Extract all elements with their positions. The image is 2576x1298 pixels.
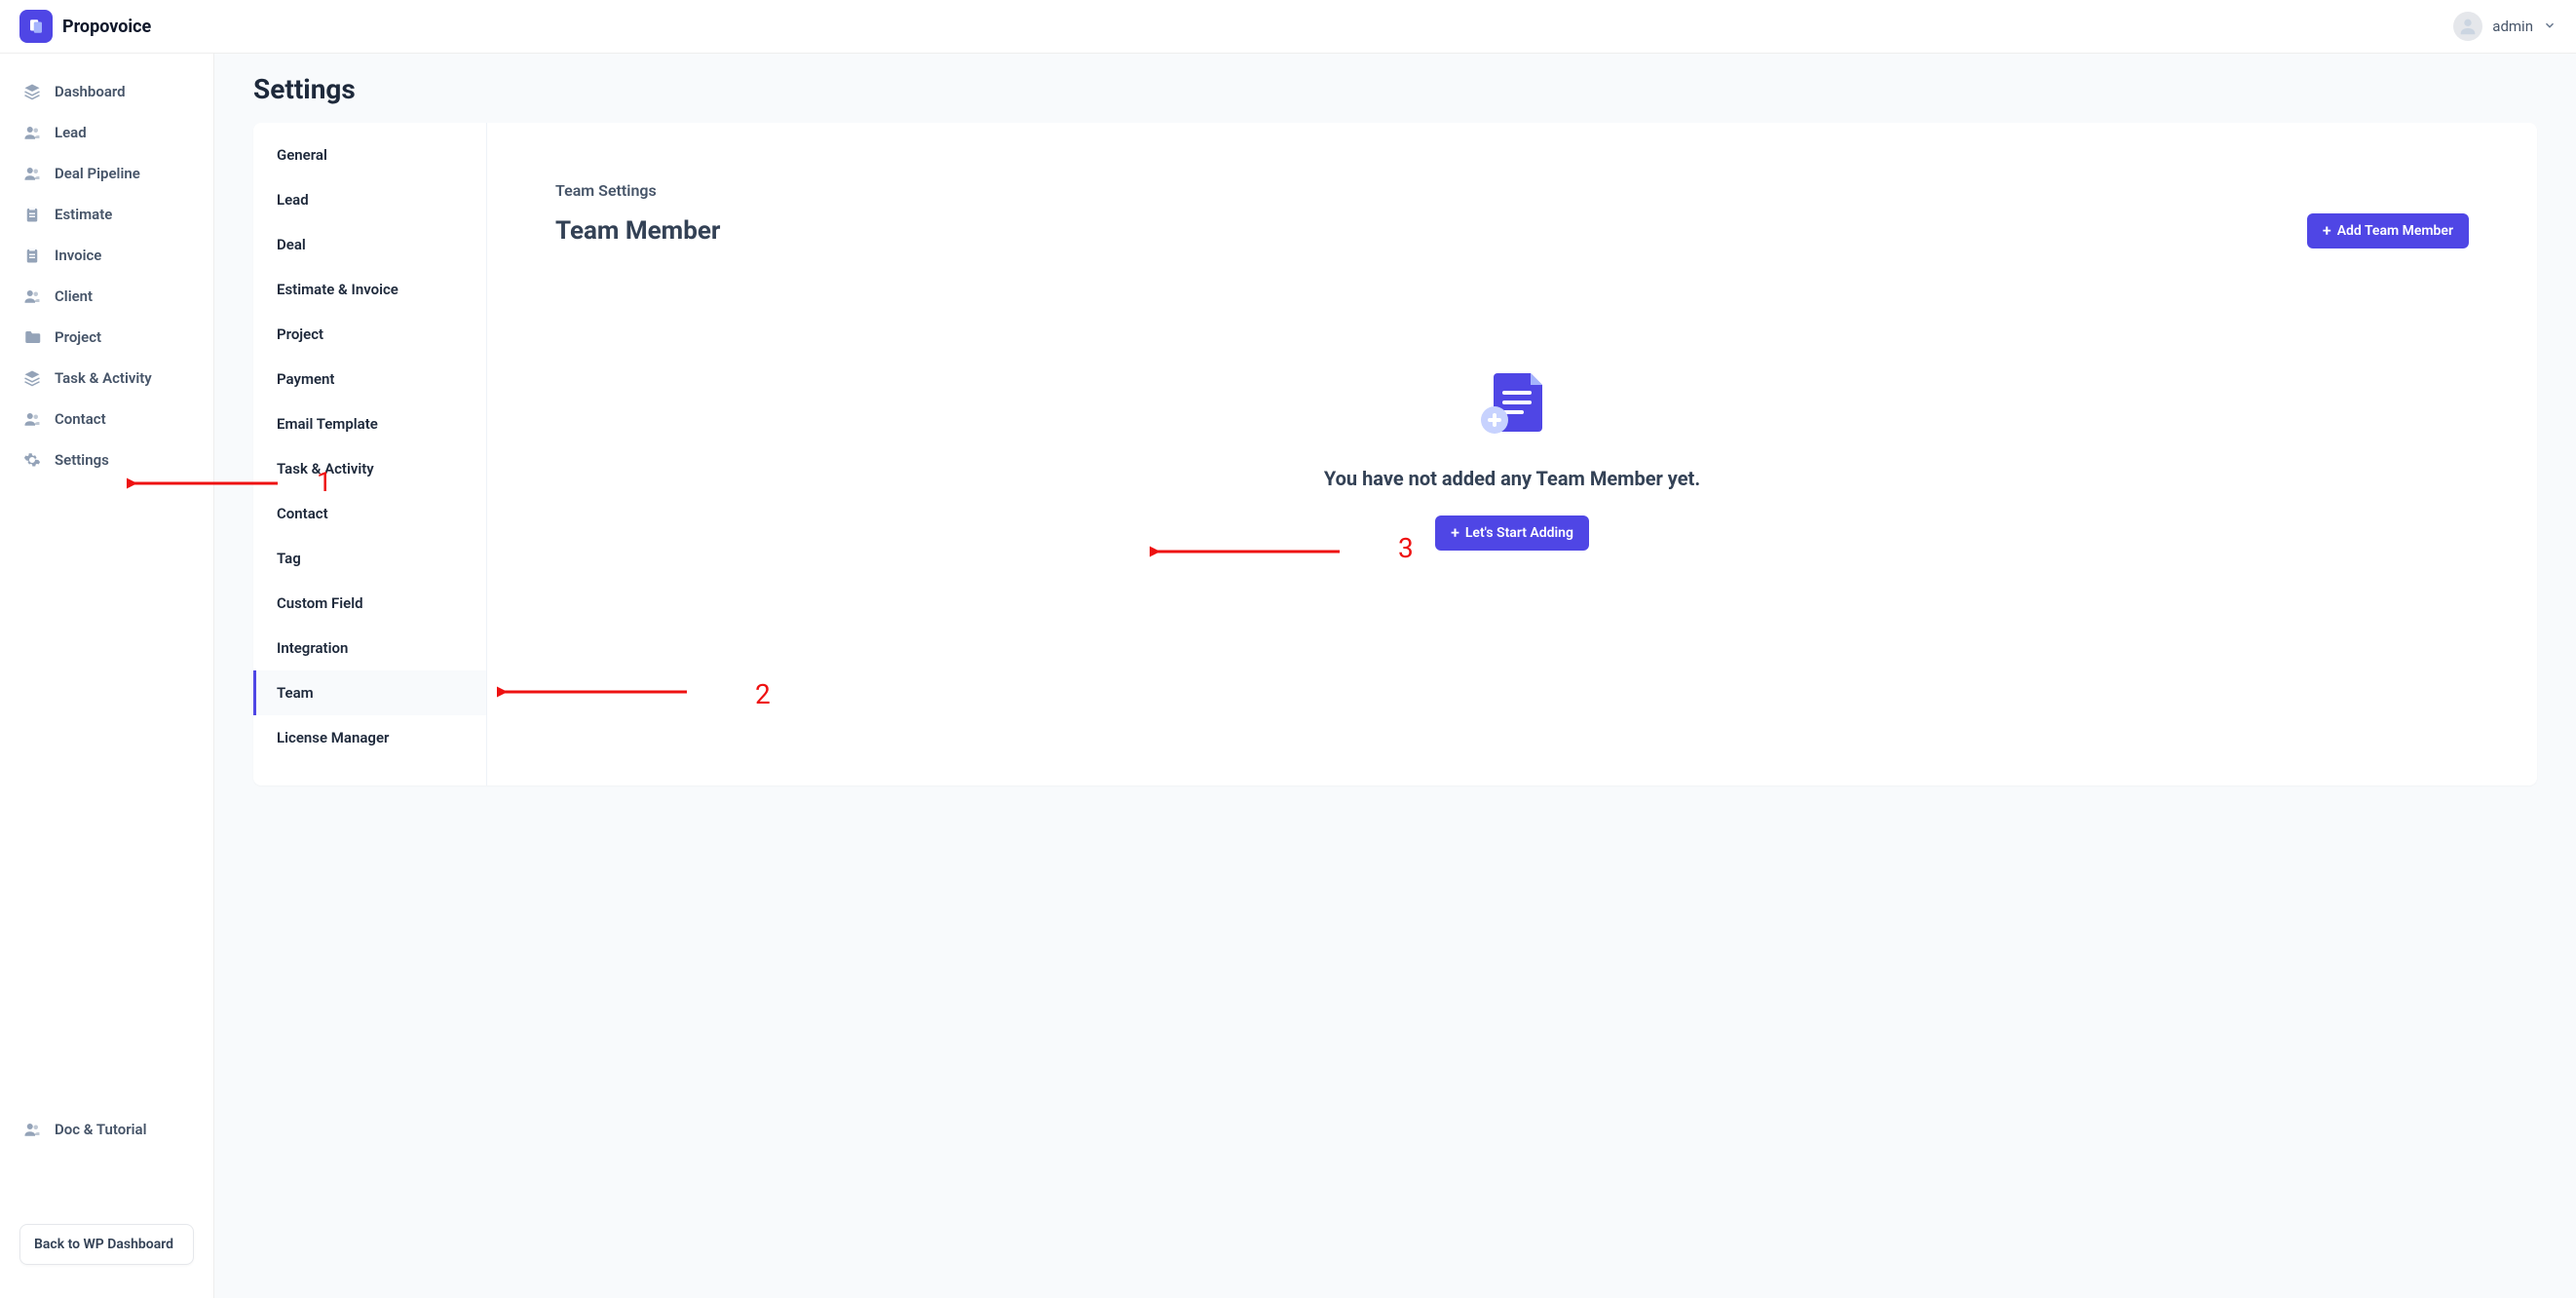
user-menu[interactable]: admin — [2453, 12, 2557, 41]
users-icon — [23, 1121, 41, 1138]
sidebar-item-label: Contact — [55, 410, 106, 428]
sidebar-item-deal-pipeline[interactable]: Deal Pipeline — [0, 153, 213, 194]
sidebar-item-label: Task & Activity — [55, 369, 152, 387]
folder-icon — [23, 328, 41, 346]
brand-logo-icon — [19, 10, 53, 43]
sidebar-item-task-activity[interactable]: Task & Activity — [0, 358, 213, 399]
sidebar-item-label: Deal Pipeline — [55, 165, 140, 182]
settings-detail: Team Settings Team Member + Add Team Mem… — [487, 123, 2537, 785]
subnav-item-contact[interactable]: Contact — [253, 491, 486, 536]
users-icon — [23, 410, 41, 428]
layers-icon — [23, 83, 41, 100]
sidebar: Dashboard Lead Deal Pipeline Estimate Invoic… — [0, 54, 214, 1298]
sidebar-item-label: Settings — [55, 451, 109, 469]
lets-start-adding-label: Let's Start Adding — [1465, 525, 1573, 541]
sidebar-item-doc-tutorial[interactable]: Doc & Tutorial — [0, 1109, 213, 1150]
sidebar-item-label: Dashboard — [55, 83, 126, 100]
settings-subnav: GeneralLeadDealEstimate & InvoiceProject… — [253, 123, 487, 785]
sidebar-item-settings[interactable]: Settings — [0, 439, 213, 480]
subnav-item-team[interactable]: Team — [253, 670, 486, 715]
sidebar-item-lead[interactable]: Lead — [0, 112, 213, 153]
topbar: Propovoice admin — [0, 0, 2576, 54]
brand[interactable]: Propovoice — [19, 10, 151, 43]
sidebar-item-label: Doc & Tutorial — [55, 1121, 147, 1138]
sidebar-item-client[interactable]: Client — [0, 276, 213, 317]
layers-icon — [23, 369, 41, 387]
page-title: Settings — [253, 73, 2537, 105]
subnav-item-estimate-invoice[interactable]: Estimate & Invoice — [253, 267, 486, 312]
empty-state: You have not added any Team Member yet. … — [555, 278, 2469, 551]
subnav-item-project[interactable]: Project — [253, 312, 486, 357]
sidebar-item-invoice[interactable]: Invoice — [0, 235, 213, 276]
sidebar-item-label: Lead — [55, 124, 87, 141]
back-to-wp-button[interactable]: Back to WP Dashboard — [19, 1224, 194, 1265]
subnav-item-email-template[interactable]: Email Template — [253, 401, 486, 446]
subnav-item-general[interactable]: General — [253, 133, 486, 177]
section-title: Team Member — [555, 216, 720, 246]
sidebar-item-label: Estimate — [55, 206, 112, 223]
section-label: Team Settings — [555, 181, 2469, 200]
add-team-member-button[interactable]: + Add Team Member — [2307, 213, 2469, 248]
subnav-item-tag[interactable]: Tag — [253, 536, 486, 581]
sidebar-item-contact[interactable]: Contact — [0, 399, 213, 439]
subnav-item-license-manager[interactable]: License Manager — [253, 715, 486, 760]
brand-name: Propovoice — [62, 17, 151, 37]
subnav-item-task-activity[interactable]: Task & Activity — [253, 446, 486, 491]
subnav-item-integration[interactable]: Integration — [253, 626, 486, 670]
sidebar-item-estimate[interactable]: Estimate — [0, 194, 213, 235]
sidebar-item-label: Client — [55, 287, 93, 305]
settings-panel: GeneralLeadDealEstimate & InvoiceProject… — [253, 123, 2537, 785]
gear-icon — [23, 451, 41, 469]
plus-icon: + — [2323, 223, 2331, 239]
sidebar-item-label: Project — [55, 328, 101, 346]
user-name: admin — [2492, 18, 2533, 35]
sidebar-item-label: Invoice — [55, 247, 101, 264]
sidebar-item-project[interactable]: Project — [0, 317, 213, 358]
clipboard-icon — [23, 247, 41, 264]
subnav-item-custom-field[interactable]: Custom Field — [253, 581, 486, 626]
chevron-down-icon — [2543, 18, 2557, 36]
subnav-item-deal[interactable]: Deal — [253, 222, 486, 267]
lets-start-adding-button[interactable]: + Let's Start Adding — [1435, 515, 1589, 551]
sidebar-item-dashboard[interactable]: Dashboard — [0, 71, 213, 112]
subnav-item-lead[interactable]: Lead — [253, 177, 486, 222]
users-icon — [23, 165, 41, 182]
add-team-member-label: Add Team Member — [2337, 223, 2453, 239]
clipboard-icon — [23, 206, 41, 223]
empty-state-icon — [1473, 365, 1551, 443]
users-icon — [23, 287, 41, 305]
users-icon — [23, 124, 41, 141]
plus-icon: + — [1451, 525, 1459, 541]
content-area: Settings GeneralLeadDealEstimate & Invoi… — [214, 54, 2576, 1298]
subnav-item-payment[interactable]: Payment — [253, 357, 486, 401]
empty-state-text: You have not added any Team Member yet. — [1324, 467, 1700, 490]
avatar-icon — [2453, 12, 2482, 41]
